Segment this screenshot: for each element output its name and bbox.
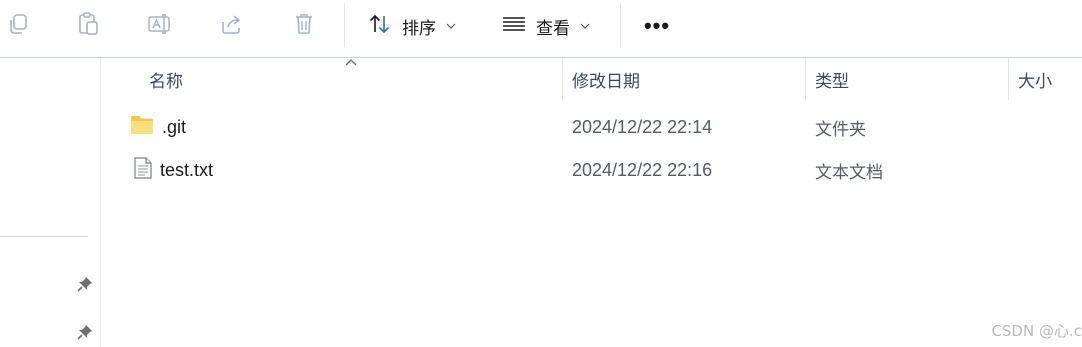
- delete-icon: [293, 12, 315, 41]
- file-row[interactable]: .git 2024/12/22 22:14 文件夹: [102, 106, 1082, 148]
- share-button[interactable]: [214, 8, 250, 44]
- column-header-name[interactable]: 名称: [149, 58, 183, 100]
- nav-separator: [0, 236, 88, 237]
- pin-icon[interactable]: [76, 323, 94, 341]
- navigation-pane: [0, 58, 101, 347]
- rename-button[interactable]: [142, 8, 178, 44]
- share-icon: [220, 13, 244, 40]
- rename-icon: [147, 13, 173, 40]
- column-header-name-label: 名称: [149, 71, 183, 92]
- file-row[interactable]: test.txt 2024/12/22 22:16 文本文档: [102, 149, 1082, 191]
- more-options-button[interactable]: •••: [640, 8, 674, 44]
- file-name: .git: [162, 116, 187, 137]
- chevron-down-icon: [580, 22, 590, 30]
- file-type: 文件夹: [815, 119, 866, 140]
- watermark: CSDN @心.c: [991, 322, 1082, 340]
- file-type: 文本文档: [815, 162, 883, 183]
- toolbar-divider: [344, 3, 345, 47]
- copy-icon: [7, 13, 29, 40]
- view-label: 查看: [536, 18, 570, 39]
- sort-icon: [368, 13, 392, 40]
- column-header-type[interactable]: 类型: [815, 58, 849, 100]
- file-modified-date: 2024/12/22 22:14: [572, 116, 713, 137]
- file-name-cell: .git: [130, 106, 186, 148]
- column-divider[interactable]: [1008, 58, 1009, 100]
- more-icon: •••: [643, 13, 671, 38]
- file-name: test.txt: [160, 159, 214, 180]
- folder-icon: [130, 115, 154, 140]
- copy-button[interactable]: [0, 8, 36, 44]
- column-header-size[interactable]: 大小: [1018, 58, 1052, 100]
- chevron-down-icon: [446, 22, 456, 30]
- column-divider[interactable]: [805, 58, 806, 100]
- command-bar: 排序 查看 •••: [0, 0, 1082, 57]
- text-file-icon: [134, 156, 152, 184]
- column-divider[interactable]: [562, 58, 563, 100]
- view-list-icon: [502, 15, 526, 38]
- sort-button[interactable]: 排序: [368, 8, 456, 44]
- column-header-date[interactable]: 修改日期: [572, 58, 640, 100]
- pin-icon[interactable]: [76, 275, 94, 293]
- view-button[interactable]: 查看: [502, 8, 590, 44]
- delete-button[interactable]: [286, 8, 322, 44]
- column-header-type-label: 类型: [815, 71, 849, 92]
- paste-button[interactable]: [70, 8, 106, 44]
- toolbar-divider: [620, 3, 621, 47]
- sort-ascending-icon: [345, 59, 357, 66]
- sort-label: 排序: [402, 18, 436, 39]
- column-header-date-label: 修改日期: [572, 71, 640, 92]
- file-name-cell: test.txt: [130, 149, 213, 191]
- file-modified-date: 2024/12/22 22:16: [572, 159, 713, 180]
- paste-icon: [77, 11, 99, 41]
- column-header-size-label: 大小: [1018, 71, 1052, 92]
